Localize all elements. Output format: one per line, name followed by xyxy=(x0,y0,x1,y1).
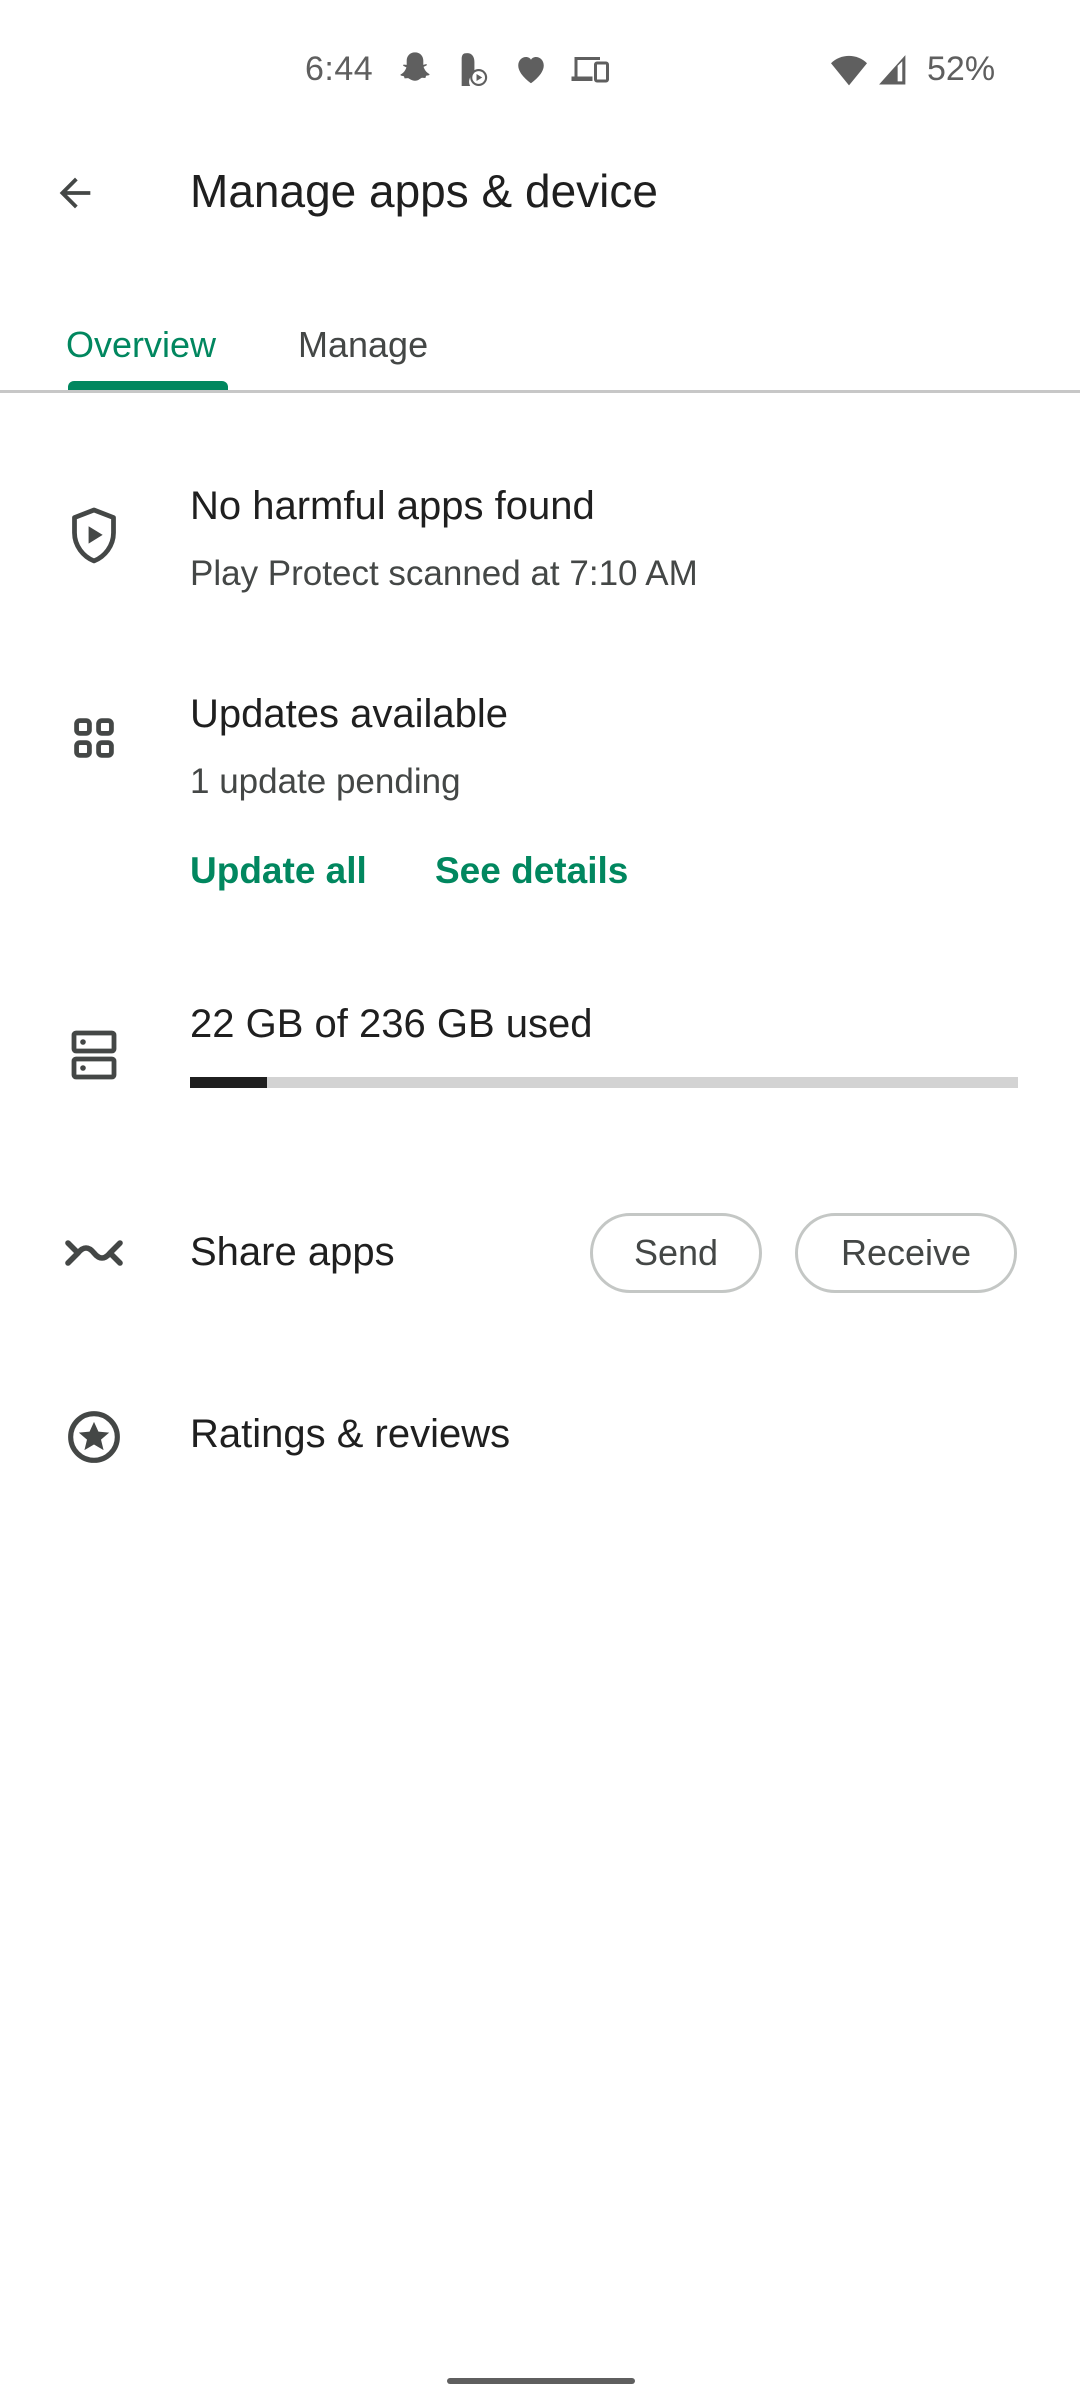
storage-progress-fill xyxy=(190,1077,267,1088)
share-apps-label: Share apps xyxy=(190,1230,395,1274)
wifi-icon xyxy=(829,52,869,86)
gesture-navigation-bar[interactable] xyxy=(447,2378,635,2384)
page-title: Manage apps & device xyxy=(190,165,658,217)
storage-progress-bar xyxy=(190,1077,1018,1088)
apps-grid-icon xyxy=(66,710,122,766)
devices-icon xyxy=(570,52,612,86)
snapchat-icon xyxy=(398,52,432,86)
back-button[interactable] xyxy=(40,160,110,230)
updates-row[interactable]: Updates available 1 update pending xyxy=(0,670,1080,820)
storage-label: 22 GB of 236 GB used xyxy=(190,1002,593,1046)
ratings-reviews-label: Ratings & reviews xyxy=(190,1412,511,1456)
status-time: 6:44 xyxy=(305,50,374,88)
arrow-back-icon xyxy=(52,170,98,221)
tabs-divider xyxy=(0,390,1080,393)
heart-icon xyxy=(514,52,548,86)
ratings-reviews-row[interactable]: Ratings & reviews xyxy=(0,1380,1080,1490)
receive-button[interactable]: Receive xyxy=(795,1213,1017,1293)
share-apps-row: Share apps xyxy=(0,1200,580,1310)
storage-row[interactable]: 22 GB of 236 GB used xyxy=(0,980,1080,1120)
play-protect-shield-icon xyxy=(62,500,126,572)
tab-manage[interactable]: Manage xyxy=(298,300,428,390)
tab-overview[interactable]: Overview xyxy=(66,300,216,390)
play-protect-subtitle: Play Protect scanned at 7:10 AM xyxy=(190,554,698,593)
send-button[interactable]: Send xyxy=(590,1213,762,1293)
see-details-button[interactable]: See details xyxy=(435,850,628,892)
storage-icon xyxy=(64,1020,124,1090)
updates-title: Updates available xyxy=(190,692,508,736)
share-apps-icon xyxy=(56,1225,132,1281)
star-circle-icon xyxy=(62,1405,126,1469)
podcast-app-icon xyxy=(456,52,490,86)
play-protect-row[interactable]: No harmful apps found Play Protect scann… xyxy=(0,460,1080,620)
battery-percent: 52% xyxy=(927,50,996,88)
cell-signal-icon xyxy=(876,52,910,86)
updates-subtitle: 1 update pending xyxy=(190,762,461,801)
update-all-button[interactable]: Update all xyxy=(190,850,367,892)
play-protect-title: No harmful apps found xyxy=(190,484,595,528)
